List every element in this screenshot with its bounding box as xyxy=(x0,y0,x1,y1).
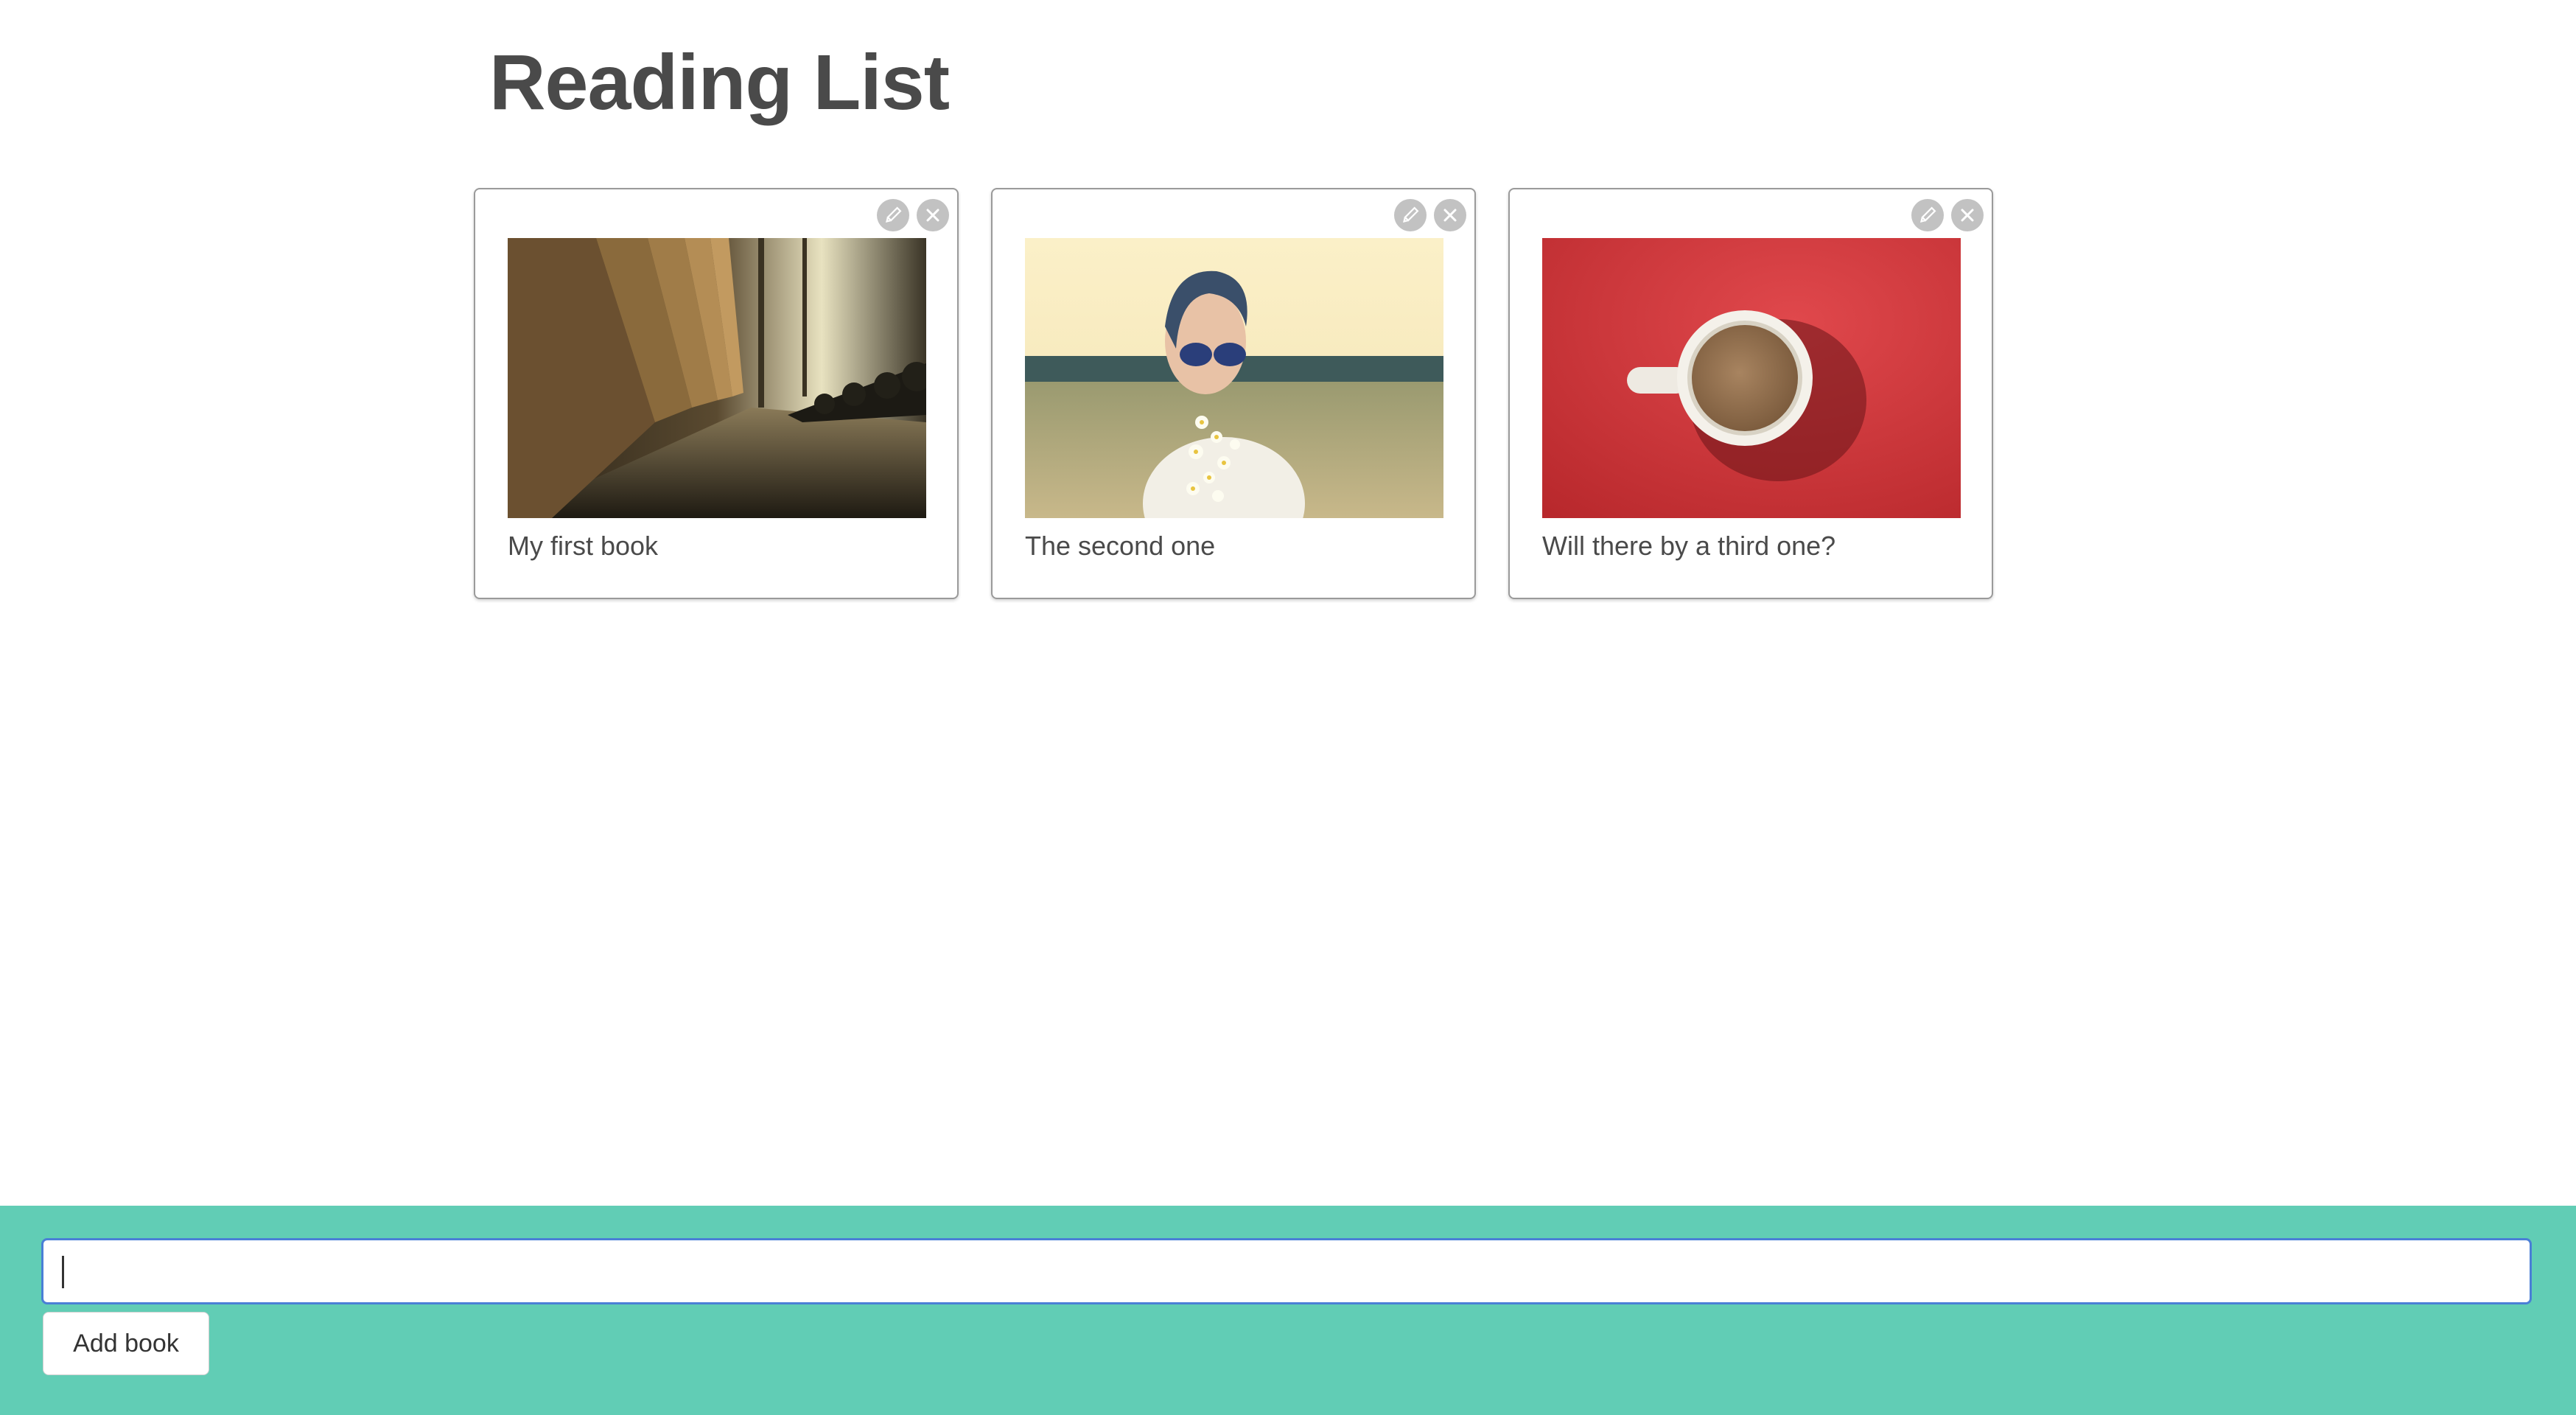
close-icon xyxy=(1441,206,1459,224)
book-title: Will there by a third one? xyxy=(1542,531,1836,561)
card-actions xyxy=(877,199,949,231)
page-title: Reading List xyxy=(489,39,950,126)
edit-book-button[interactable] xyxy=(1911,199,1944,231)
book-card: Will there by a third one? xyxy=(1508,188,1993,599)
book-title: The second one xyxy=(1025,531,1216,561)
card-actions xyxy=(1911,199,1984,231)
book-title: My first book xyxy=(508,531,659,561)
book-cover-image xyxy=(1542,238,1961,518)
book-cover-image xyxy=(508,238,926,518)
pencil-icon xyxy=(1400,205,1421,226)
close-icon xyxy=(924,206,942,224)
card-actions xyxy=(1394,199,1466,231)
add-book-button[interactable]: Add book xyxy=(43,1312,209,1375)
edit-book-button[interactable] xyxy=(1394,199,1427,231)
delete-book-button[interactable] xyxy=(1951,199,1984,231)
book-cover-image xyxy=(1025,238,1443,518)
book-card: The second one xyxy=(991,188,1476,599)
pencil-icon xyxy=(1917,205,1938,226)
close-icon xyxy=(1959,206,1976,224)
delete-book-button[interactable] xyxy=(1434,199,1466,231)
delete-book-button[interactable] xyxy=(917,199,949,231)
edit-book-button[interactable] xyxy=(877,199,909,231)
book-card: My first book xyxy=(474,188,959,599)
add-book-form: Add book xyxy=(0,1206,2576,1415)
reading-list-page: Reading List My first book The second on… xyxy=(0,0,2576,1415)
text-caret xyxy=(62,1256,64,1288)
book-title-input[interactable] xyxy=(41,1238,2532,1304)
pencil-icon xyxy=(883,205,903,226)
book-list: My first book The second one Will there … xyxy=(474,188,1993,599)
